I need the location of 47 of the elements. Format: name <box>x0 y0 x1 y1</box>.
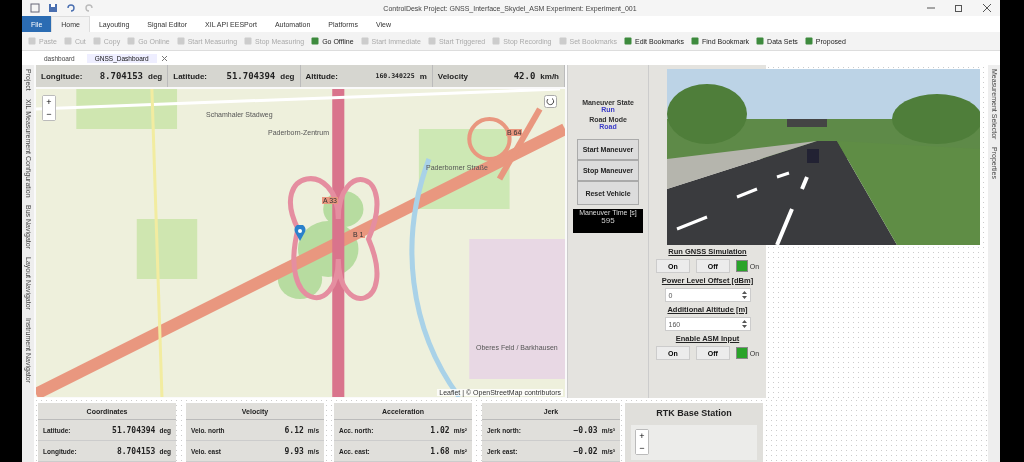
square-icon <box>492 37 501 45</box>
square-icon <box>127 37 136 45</box>
readout-value: 8.704153 <box>99 71 143 81</box>
location-pin-icon <box>294 225 306 241</box>
square-icon <box>558 37 567 45</box>
reset-view-icon[interactable] <box>544 95 557 108</box>
maneuver-time-value: 595 <box>601 216 615 225</box>
square-icon <box>176 37 185 45</box>
save-icon[interactable] <box>48 3 58 13</box>
readout-label: Altitude: <box>305 71 338 81</box>
restore-icon[interactable] <box>954 3 964 13</box>
value-number: 6.12 <box>284 425 304 435</box>
square-icon <box>804 37 813 45</box>
square-icon <box>691 37 700 45</box>
undo-icon[interactable] <box>66 3 76 13</box>
close-icon[interactable] <box>982 3 992 13</box>
square-icon <box>63 37 72 45</box>
readout-unit: km/h <box>540 71 559 81</box>
readout-value: 42.0 <box>513 71 536 81</box>
readout-unit: deg <box>148 71 163 81</box>
value-number: −0.02 <box>573 446 598 456</box>
readout-label: Latitude: <box>173 71 208 81</box>
square-icon <box>624 37 632 45</box>
mini-map[interactable]: + − <box>631 425 757 460</box>
readout-value: 51.704394 <box>226 71 276 81</box>
square-icon <box>427 37 436 45</box>
square-icon <box>244 37 253 45</box>
square-icon <box>92 37 101 45</box>
value-number: 9.93 <box>284 446 304 456</box>
new-file-icon[interactable] <box>30 3 40 13</box>
value-number: 1.68 <box>430 446 450 456</box>
close-icon[interactable] <box>160 54 168 62</box>
square-icon <box>360 37 369 45</box>
value-number: 1.02 <box>430 425 450 435</box>
square-icon <box>311 37 320 45</box>
square-icon <box>28 37 36 45</box>
readout-label: Velocity <box>437 71 468 81</box>
readout-unit: deg <box>280 71 295 81</box>
value-number: 51.704394 <box>112 425 156 435</box>
value-number: 8.704153 <box>116 446 156 456</box>
spin-arrows-icon[interactable] <box>741 320 747 328</box>
value-number: −0.03 <box>573 425 598 435</box>
readout-unit: m <box>419 71 427 81</box>
card-title: RTK Base Station <box>655 407 733 420</box>
readout-label: Longitude: <box>41 71 83 81</box>
spin-arrows-icon[interactable] <box>741 291 747 299</box>
square-icon <box>756 37 765 45</box>
